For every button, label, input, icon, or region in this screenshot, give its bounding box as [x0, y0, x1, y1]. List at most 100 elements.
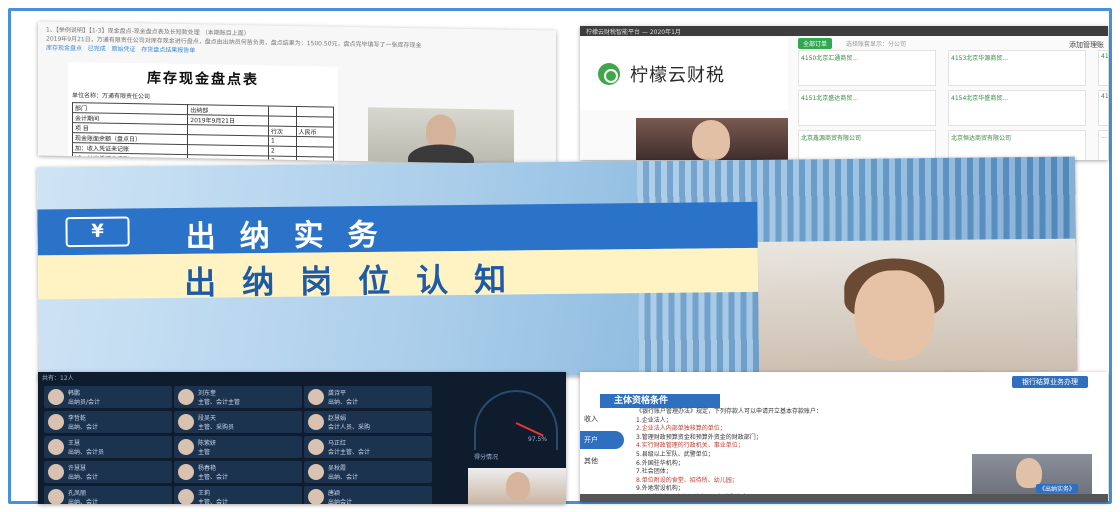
user-card[interactable]: 马正红会计主管、会计: [304, 436, 432, 458]
user-card[interactable]: 陈紫妍 主管: [174, 436, 302, 458]
money-icon: ¥: [65, 216, 130, 248]
section-title: 主体资格条件: [600, 394, 720, 408]
user-card[interactable]: 段吴天 主管、采购员: [174, 411, 302, 433]
user-card[interactable]: 杨春艳 主管、会计: [174, 461, 302, 483]
user-card[interactable]: 王慧 出纳、会计员: [44, 436, 172, 458]
avatar: [48, 439, 64, 455]
text-line: 2.企业法人内部单独核算的单位；: [636, 425, 726, 433]
add-account-link[interactable]: 添加管理账: [1069, 40, 1104, 50]
tile-bank-account: 银行结算业务办理 主体资格条件 收入 开户 其他 《银行账户管理办法》规定，下列…: [580, 372, 1108, 502]
user-name: 孔凤丽: [68, 490, 87, 497]
user-info: 段吴天 主管、采购员: [198, 413, 234, 431]
account-card[interactable]: 4155...: [1098, 50, 1108, 86]
user-card[interactable]: 刘东奎 主管、会计主管: [174, 386, 302, 408]
avatar: [48, 389, 64, 405]
text-line: 4.实行财政管理的行政机关、事业单位；: [636, 442, 744, 450]
user-card[interactable]: 王莉 主管、会计: [174, 486, 302, 504]
webcam-person: [506, 472, 530, 500]
avatar: [178, 489, 194, 504]
user-card[interactable]: 唐颖 出纳会计: [304, 486, 432, 504]
user-role: 会计主管、会计: [328, 449, 371, 456]
lemon-icon: [598, 63, 620, 85]
text-line: 9.外地常设机构；: [636, 485, 684, 493]
avatar: [48, 489, 64, 504]
side-item-other[interactable]: 其他: [580, 452, 624, 470]
tile-cash-count: 1、【举例说明】【1-3】现金盘点-现金盘点表及长短款处理 （本期账目上面） 2…: [38, 21, 556, 165]
filter-pill[interactable]: 全部订单: [798, 38, 833, 49]
user-name: 段吴天: [198, 415, 217, 422]
user-info: 赵慧娟 会计人员、采购: [328, 413, 370, 431]
user-name: 许慧慧: [68, 465, 87, 472]
course-caption: 《出纳实务》: [1036, 484, 1079, 493]
sheet-unit: 单位名称：万通有限责任公司: [72, 92, 151, 101]
user-card[interactable]: 吴秋霞 出纳、会计: [304, 461, 432, 483]
user-role: 出纳员/会计: [68, 399, 101, 406]
user-card[interactable]: 李哲乾 出纳、会计: [44, 411, 172, 433]
user-card[interactable]: 龚诗平 出纳、会计: [304, 386, 432, 408]
user-role: 主管、会计: [198, 499, 229, 504]
account-card[interactable]: 北京恒达商贸有限公司: [948, 130, 1086, 160]
avatar: [178, 464, 194, 480]
webcam-video: [636, 118, 788, 160]
user-info: 唐颖 出纳会计: [328, 488, 352, 504]
user-role: 出纳、会计: [328, 399, 359, 406]
text-line: 《银行账户管理办法》规定，下列存款人可以申请开立基本存款账户：: [636, 408, 823, 415]
user-card[interactable]: 韩鹏出纳员/会计: [44, 386, 172, 408]
avatar: [178, 414, 194, 430]
avatar: [178, 389, 194, 405]
account-card[interactable]: 4150北京汇通商贸...: [798, 50, 936, 86]
table-cell: 2019年9月21日: [187, 114, 269, 127]
user-row: 王慧 出纳、会计员 陈紫妍 主管 马正红会计主管、会计: [44, 436, 434, 458]
user-info: 马正红会计主管、会计: [328, 438, 370, 456]
avatar: [178, 439, 194, 455]
account-card[interactable]: 北京鑫源商贸有限公司: [798, 130, 936, 160]
avatar: [308, 464, 324, 480]
tile-lemon-cloud: 柠檬云财税智能平台 — 2020年1月 柠檬云财税 全部订单 选择账套显示：分公…: [580, 26, 1108, 160]
account-card[interactable]: 4153北京华源商贸...: [948, 50, 1086, 86]
user-list: 韩鹏 出纳员/会计 刘东奎 主管、会计主管 龚诗平 出纳、会计 李哲乾 出纳、会计 段吴天 主管、…: [44, 386, 434, 504]
link-done[interactable]: 已完成: [88, 45, 106, 52]
user-name: 韩鹏: [68, 390, 81, 397]
user-info: 陈紫妍 主管: [198, 438, 216, 456]
user-row: 许慧慧 出纳、会计 杨春艳 主管、会计 吴秋霞 出纳、会计: [44, 461, 434, 483]
link-voucher[interactable]: 原始凭证: [112, 46, 136, 53]
text-line: 1.企业法人；: [636, 416, 672, 424]
webcam-person-body: [408, 143, 474, 165]
account-card-title: 4151北京盛达商贸...: [801, 95, 858, 102]
link-report[interactable]: 存货盘点结果报告单: [141, 46, 195, 54]
avatar: [308, 389, 324, 405]
user-info: 刘东奎 主管、会计主管: [198, 388, 240, 406]
user-name: 马正红: [328, 440, 347, 447]
eligibility-text: 《银行账户管理办法》规定，下列存款人可以申请开立基本存款账户： 1.企业法人； 2.…: [636, 408, 976, 502]
account-card[interactable]: ...: [1098, 130, 1108, 160]
account-card[interactable]: 4154北京华盛商贸...: [948, 90, 1086, 126]
account-card-title: 4153北京华源商贸...: [951, 55, 1008, 62]
user-card[interactable]: 赵慧娟 会计人员、采购: [304, 411, 432, 433]
account-card[interactable]: 4156...: [1098, 90, 1108, 126]
side-item-open-account[interactable]: 开户: [580, 431, 624, 449]
account-card-title: 4154北京华盛商贸...: [951, 95, 1008, 102]
user-card[interactable]: 孔凤丽 出纳、会计: [44, 486, 172, 504]
filter-text: 选择账套显示：分公司: [846, 41, 907, 48]
table-cell: 出纳部: [187, 104, 269, 117]
table-cell: 1: [268, 136, 297, 147]
user-name: 赵慧娟: [328, 415, 347, 422]
user-name: 王慧: [68, 440, 81, 447]
user-name: 李哲乾: [68, 415, 87, 422]
webcam-video: [757, 238, 1078, 374]
tab-bank-settlement[interactable]: 银行结算业务办理: [1012, 376, 1088, 388]
account-card-title: 4150北京汇通商贸...: [801, 55, 858, 62]
user-info: 孔凤丽 出纳、会计: [68, 488, 98, 504]
player-controls: [580, 494, 1108, 502]
text-line: 8.单位附设的食堂、招待所、幼儿园；: [636, 476, 738, 484]
side-item-income[interactable]: 收入: [580, 410, 624, 428]
gauge-needle: [515, 422, 544, 437]
user-name: 陈紫妍: [198, 440, 217, 447]
account-card[interactable]: 4151北京盛达商贸...: [798, 90, 936, 126]
user-card[interactable]: 许慧慧 出纳、会计: [44, 461, 172, 483]
gauge-label: 得分情况: [474, 454, 499, 461]
sheet-table: 部门 出纳部 会计期间 2019年9月21日项 目行次 人民币 现金账面余额（盘点日） 1 加…: [72, 102, 334, 165]
user-name: 杨春艳: [198, 465, 217, 472]
link-cash-count[interactable]: 库存现金盘点: [46, 45, 82, 53]
side-nav: 收入 开户 其他: [580, 410, 624, 473]
